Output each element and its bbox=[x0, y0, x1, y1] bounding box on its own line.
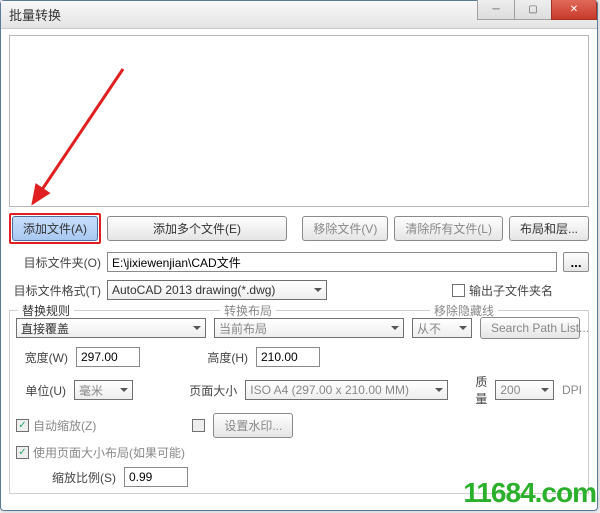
page-size-value: ISO A4 (297.00 x 210.00 MM) bbox=[250, 383, 409, 397]
remove-hidden-value: 从不 bbox=[417, 320, 441, 337]
target-folder-label: 目标文件夹(O) bbox=[9, 254, 101, 271]
auto-scale-label: 自动缩放(Z) bbox=[33, 417, 96, 434]
convert-layout-select[interactable]: 当前布局 bbox=[214, 318, 404, 338]
replace-rule-value: 直接覆盖 bbox=[21, 320, 69, 337]
unit-select[interactable]: 毫米 bbox=[74, 380, 133, 400]
watermark-enable-checkbox[interactable] bbox=[192, 419, 205, 432]
target-format-label: 目标文件格式(T) bbox=[9, 282, 101, 299]
add-multi-files-button[interactable]: 添加多个文件(E) bbox=[107, 216, 287, 241]
unit-label: 单位(U) bbox=[16, 382, 66, 399]
width-label: 宽度(W) bbox=[16, 349, 68, 366]
output-subname-label: 输出子文件夹名 bbox=[469, 282, 553, 299]
target-format-value: AutoCAD 2013 drawing(*.dwg) bbox=[112, 283, 275, 297]
site-watermark: 11684.com bbox=[463, 477, 596, 509]
highlight-add-file: 添加文件(A) bbox=[9, 213, 101, 244]
replace-rules-group: 替换规则 转换布局 移除隐藏线 直接覆盖 当前布局 从不 Search Path… bbox=[9, 310, 589, 494]
target-format-select[interactable]: AutoCAD 2013 drawing(*.dwg) bbox=[107, 280, 327, 300]
maximize-button[interactable]: ▢ bbox=[514, 0, 552, 20]
zoom-ratio-label: 缩放比例(S) bbox=[16, 469, 116, 486]
page-size-label: 页面大小 bbox=[187, 382, 237, 399]
quality-value: 200 bbox=[500, 383, 520, 397]
add-file-button[interactable]: 添加文件(A) bbox=[12, 216, 98, 241]
width-input[interactable] bbox=[76, 347, 140, 367]
dialog-window: 批量转换 ─ ▢ ✕ 添加文件(A) 添加多个文件(E) 移除文件(V) 清除所… bbox=[0, 0, 598, 511]
checkbox-icon bbox=[452, 284, 465, 297]
remove-file-button[interactable]: 移除文件(V) bbox=[302, 216, 388, 241]
quality-label: 质量 bbox=[464, 373, 487, 407]
quality-select[interactable]: 200 bbox=[495, 380, 554, 400]
zoom-ratio-input[interactable] bbox=[124, 467, 188, 487]
height-label: 高度(H) bbox=[196, 349, 248, 366]
checkbox-icon: ✓ bbox=[16, 419, 29, 432]
checkbox-icon bbox=[192, 419, 205, 432]
clear-all-button[interactable]: 清除所有文件(L) bbox=[394, 216, 503, 241]
titlebar: 批量转换 ─ ▢ ✕ bbox=[1, 1, 597, 29]
target-folder-input[interactable] bbox=[107, 252, 557, 272]
minimize-button[interactable]: ─ bbox=[477, 0, 515, 20]
use-page-layout-label: 使用页面大小布局(如果可能) bbox=[33, 444, 185, 461]
set-watermark-button[interactable]: 设置水印... bbox=[213, 413, 293, 438]
page-size-select[interactable]: ISO A4 (297.00 x 210.00 MM) bbox=[245, 380, 448, 400]
browse-folder-button[interactable]: ... bbox=[563, 252, 589, 272]
file-list-box[interactable] bbox=[9, 35, 589, 207]
checkbox-icon: ✓ bbox=[16, 446, 29, 459]
auto-scale-checkbox[interactable]: ✓ 自动缩放(Z) bbox=[16, 417, 96, 434]
remove-hidden-select[interactable]: 从不 bbox=[412, 318, 472, 338]
output-subname-checkbox[interactable]: 输出子文件夹名 bbox=[452, 282, 553, 299]
window-title: 批量转换 bbox=[9, 5, 61, 24]
unit-value: 毫米 bbox=[79, 382, 103, 399]
use-page-layout-checkbox[interactable]: ✓ 使用页面大小布局(如果可能) bbox=[16, 444, 185, 461]
replace-rule-select[interactable]: 直接覆盖 bbox=[16, 318, 206, 338]
layout-layers-button[interactable]: 布局和层... bbox=[509, 216, 589, 241]
search-path-button[interactable]: Search Path List... bbox=[480, 317, 580, 339]
convert-layout-value: 当前布局 bbox=[219, 320, 267, 337]
close-button[interactable]: ✕ bbox=[551, 0, 597, 20]
dpi-label: DPI bbox=[562, 383, 582, 397]
height-input[interactable] bbox=[256, 347, 320, 367]
